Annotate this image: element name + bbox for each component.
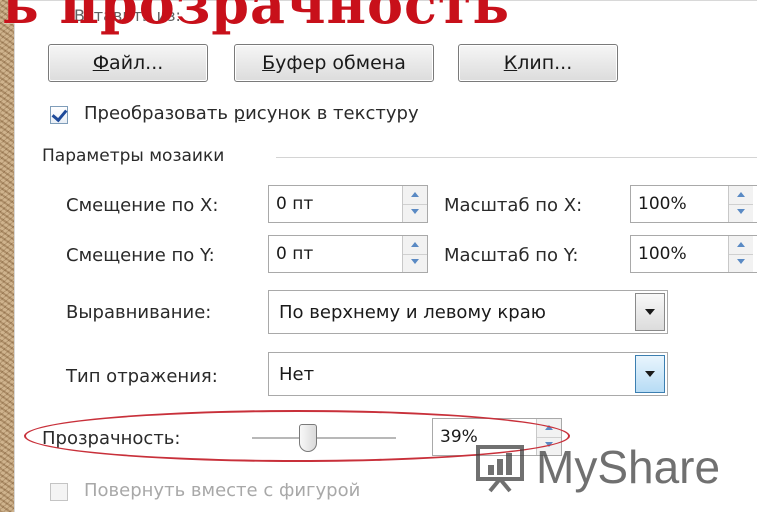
- offset-y-arrows: [402, 236, 427, 272]
- scale-y-down-button[interactable]: [729, 254, 753, 272]
- offset-y-down-button[interactable]: [403, 254, 427, 272]
- offset-x-value: 0 пт: [276, 194, 314, 214]
- scale-x-spinner[interactable]: 100%: [630, 185, 757, 223]
- scale-x-down-button[interactable]: [729, 204, 753, 222]
- clip-button-label: лип...: [517, 52, 573, 74]
- alignment-dropdown-button[interactable]: [635, 293, 665, 331]
- watermark: MyShare: [474, 440, 720, 494]
- screenshot-frame: Вставить из: ь прозрачность Файл... Буфе…: [0, 0, 757, 512]
- clipboard-button-accel: Б: [262, 52, 276, 74]
- rotate-with-shape-checkbox[interactable]: [50, 483, 68, 501]
- scale-y-spinner[interactable]: 100%: [630, 235, 757, 273]
- clipboard-button-label: уфер обмена: [275, 52, 406, 74]
- offset-x-down-button[interactable]: [403, 204, 427, 222]
- mirror-type-dropdown-button[interactable]: [635, 355, 665, 393]
- scale-x-up-button[interactable]: [729, 186, 753, 205]
- offset-y-label: Смещение по Y:: [66, 245, 215, 266]
- presentation-chart-icon: [476, 445, 524, 493]
- scale-y-value: 100%: [638, 244, 687, 264]
- alignment-value: По верхнему и левому краю: [279, 302, 546, 323]
- offset-y-spinner[interactable]: 0 пт: [268, 235, 428, 273]
- alignment-select[interactable]: По верхнему и левому краю: [268, 290, 668, 334]
- scale-y-label: Масштаб по Y:: [444, 245, 579, 266]
- tile-picture-label-prefix: Преобразовать: [84, 103, 234, 124]
- file-button-label: айл...: [109, 52, 164, 74]
- offset-y-value: 0 пт: [276, 244, 314, 264]
- watermark-text: MyShare: [536, 441, 721, 493]
- clip-button-accel: К: [503, 52, 518, 74]
- clipboard-button[interactable]: Буфер обмена: [234, 44, 434, 82]
- scale-x-arrows: [728, 186, 753, 222]
- mirror-type-select[interactable]: Нет: [268, 352, 668, 396]
- offset-y-up-button[interactable]: [403, 236, 427, 255]
- clip-button[interactable]: Клип...: [458, 44, 618, 82]
- mirror-type-label: Тип отражения:: [66, 366, 218, 387]
- alignment-label: Выравнивание:: [66, 302, 212, 323]
- tile-picture-checkbox[interactable]: [50, 106, 68, 124]
- tile-picture-label-rest: исунок в текстуру: [245, 103, 419, 124]
- section-divider: [276, 157, 757, 158]
- mirror-type-value: Нет: [279, 364, 315, 385]
- file-button-accel: Ф: [92, 52, 110, 74]
- offset-x-up-button[interactable]: [403, 186, 427, 205]
- tile-picture-label-accel: р: [233, 103, 246, 124]
- offset-x-arrows: [402, 186, 427, 222]
- offset-x-spinner[interactable]: 0 пт: [268, 185, 428, 223]
- scale-x-label: Масштаб по X:: [444, 195, 583, 216]
- offset-x-label: Смещение по X:: [66, 195, 219, 216]
- slide-heading: ь прозрачность: [2, 0, 511, 36]
- scale-y-arrows: [728, 236, 753, 272]
- tiling-section-title: Параметры мозаики: [42, 146, 225, 166]
- scale-x-value: 100%: [638, 194, 687, 214]
- rotate-with-shape-label: Повернуть вместе с фигурой: [84, 480, 361, 501]
- scale-y-up-button[interactable]: [729, 236, 753, 255]
- file-button[interactable]: Файл...: [48, 44, 208, 82]
- tile-picture-label: Преобразовать рисунок в текстуру: [84, 103, 419, 124]
